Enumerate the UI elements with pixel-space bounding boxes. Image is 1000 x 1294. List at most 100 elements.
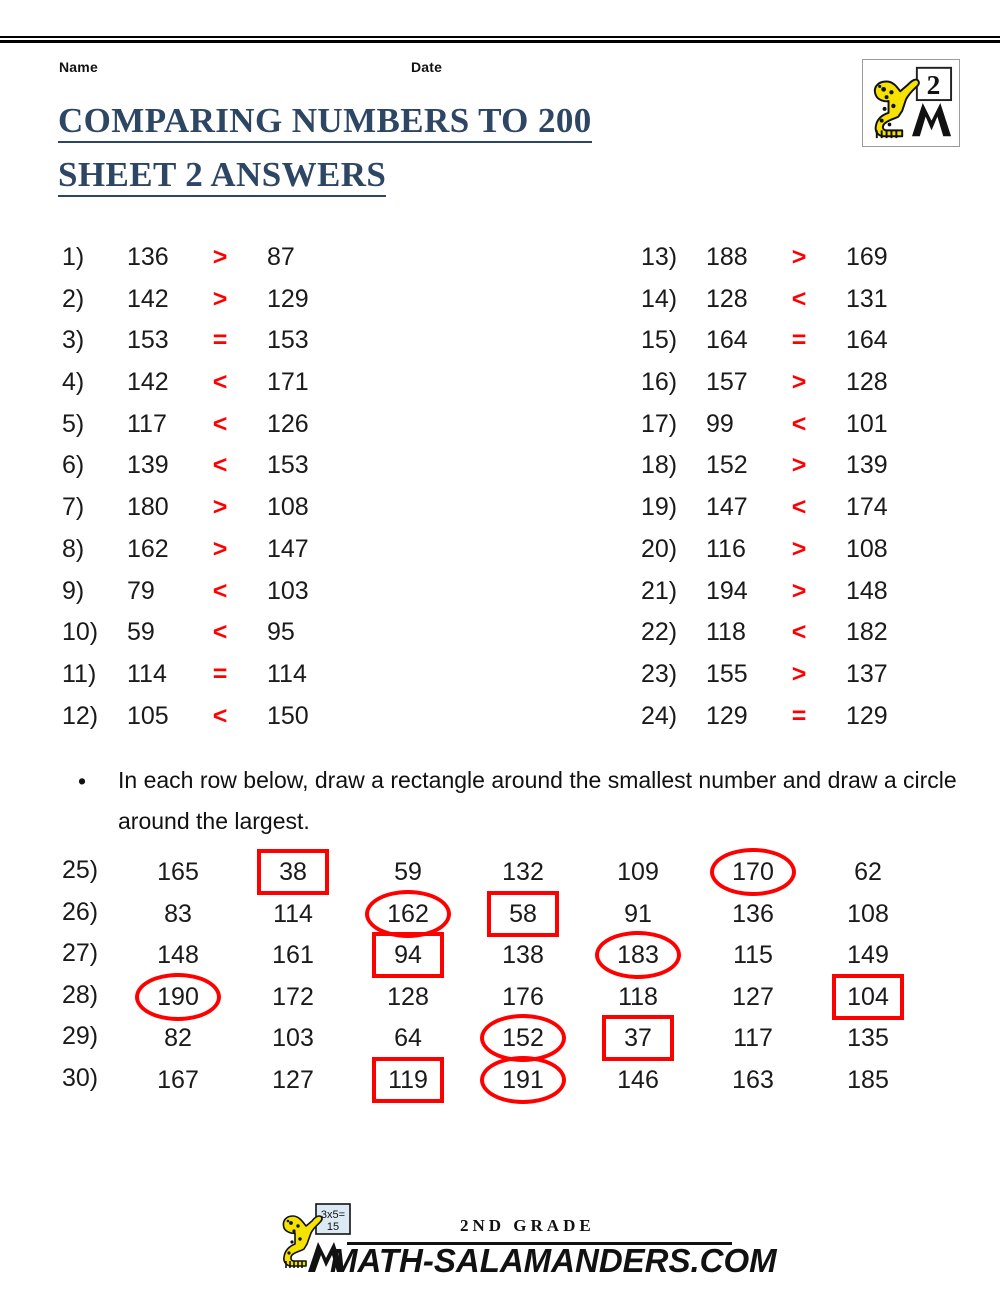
comparison-row: 13) 188 >169 <box>641 243 981 285</box>
number-cell: 83 <box>130 898 226 930</box>
comparison-index: 15) <box>641 326 678 355</box>
number-cell: 38 <box>245 849 341 895</box>
comparison-right-operand: 108 <box>267 493 309 522</box>
footer-logo-spot <box>289 1221 293 1225</box>
number-cell: 191 <box>475 1055 571 1104</box>
number-cell: 94 <box>360 932 456 978</box>
comparison-index: 3) <box>62 326 85 355</box>
number-cell: 190 <box>130 972 226 1021</box>
salamander-logo-header: 2 <box>862 59 960 147</box>
number-value: 138 <box>502 941 544 969</box>
comparison-row: 1) 136 >87 <box>62 243 402 285</box>
comparison-index: 7) <box>62 493 85 522</box>
comparison-operator-answer: > <box>791 534 807 563</box>
comparison-row: 3) 153 = 153 <box>62 326 402 368</box>
comparison-row: 21) 194 >148 <box>641 577 981 619</box>
comparison-right-operand: 101 <box>846 409 888 438</box>
number-value: 114 <box>273 899 313 928</box>
comparison-row: 15) 164 = 164 <box>641 326 981 368</box>
comparison-row: 18) 152 >139 <box>641 451 981 493</box>
comparison-index: 20) <box>641 534 678 563</box>
comparison-column-right: 13) 188 >169 14) 128 <131 15) 164 = 164 16) 157 >128… <box>641 243 981 743</box>
comparison-operator-answer: = <box>212 659 228 688</box>
number-value: 62 <box>854 858 882 886</box>
number-grid: 25) 165 38 59 132 109 170 62 26) 83 114 162 58 91 136 1… <box>0 848 1000 1106</box>
comparison-operator-answer: < <box>791 493 807 522</box>
comparison-row: 14) 128 <131 <box>641 285 981 327</box>
number-row-index: 30) <box>62 1063 99 1092</box>
comparison-operator-answer: < <box>791 284 807 313</box>
comparison-row: 10) 59 <95 <box>62 618 402 660</box>
comparison-row: 7) 180 >108 <box>62 493 402 535</box>
comparison-row: 6) 139 <153 <box>62 451 402 493</box>
comparison-operator-answer: < <box>791 618 807 647</box>
number-value: 108 <box>847 899 889 928</box>
number-value: 167 <box>157 1065 199 1094</box>
number-row-index: 26) <box>62 897 99 926</box>
number-row: 30) 167 127 119 191 146 163 185 <box>0 1055 1000 1106</box>
comparison-right-operand: 182 <box>846 618 888 647</box>
page-title-line-2: SHEET 2 ANSWERS <box>58 157 387 197</box>
footer-logo-spot <box>292 1229 296 1233</box>
comparison-operator-answer: < <box>212 618 228 647</box>
comparison-left-operand: 153 <box>127 326 169 355</box>
comparison-left-operand: 147 <box>706 493 748 522</box>
comparison-left-operand: 164 <box>706 326 748 355</box>
comparison-row: 12) 105 <150 <box>62 702 402 744</box>
comparison-operator-answer: > <box>212 534 228 563</box>
number-cell: 58 <box>475 890 571 937</box>
number-row-index: 29) <box>62 1022 99 1050</box>
number-value: 191 <box>502 1065 544 1094</box>
comparison-index: 8) <box>62 534 85 563</box>
comparison-right-operand: 126 <box>267 409 309 438</box>
number-value: 152 <box>502 1024 544 1052</box>
comparison-left-operand: 79 <box>127 576 155 605</box>
comparison-right-operand: 139 <box>846 451 888 480</box>
number-value: 83 <box>164 899 192 928</box>
number-value: 115 <box>733 941 773 969</box>
comparison-left-operand: 128 <box>706 284 748 313</box>
number-cell: 162 <box>360 889 456 938</box>
comparison-row: 11) 114 = 114 <box>62 660 402 702</box>
comparison-right-operand: 153 <box>267 326 309 355</box>
number-value: 128 <box>387 982 429 1011</box>
comparison-row: 23) 155 >137 <box>641 660 981 702</box>
comparison-column-left: 1) 136 >87 2) 142 >129 3) 153 = 153 4) 142 <171 5) 117… <box>62 243 402 743</box>
number-value: 190 <box>157 982 199 1011</box>
number-cell: 149 <box>820 939 916 971</box>
logo-badge-number: 2 <box>927 70 941 100</box>
comparison-left-operand: 105 <box>127 701 169 730</box>
number-cell: 136 <box>705 898 801 930</box>
comparison-operator-answer: > <box>791 243 807 271</box>
number-value: 91 <box>624 899 652 928</box>
comparison-left-operand: 142 <box>127 368 169 397</box>
comparison-right-operand: 95 <box>267 618 295 647</box>
number-value: 135 <box>847 1024 889 1052</box>
number-cell: 104 <box>820 973 916 1020</box>
comparison-operator-answer: = <box>791 326 807 355</box>
comparison-row: 17) 99 <101 <box>641 410 981 452</box>
comparison-index: 13) <box>641 243 678 271</box>
comparison-index: 5) <box>62 409 85 438</box>
logo-spot <box>882 106 887 111</box>
footer-logo-spot <box>296 1224 300 1228</box>
number-value: 136 <box>732 899 774 928</box>
logo-spot <box>884 95 889 100</box>
logo-spot <box>879 118 884 123</box>
comparison-left-operand: 188 <box>706 243 748 271</box>
comparison-row: 2) 142 >129 <box>62 285 402 327</box>
number-cell: 135 <box>820 1022 916 1054</box>
number-value: 127 <box>272 1065 314 1094</box>
comparison-row: 20) 116 >108 <box>641 535 981 577</box>
number-value: 38 <box>279 858 307 886</box>
logo-spot <box>891 103 896 109</box>
number-cell: 172 <box>245 981 341 1013</box>
number-value: 64 <box>394 1024 422 1052</box>
logo-m-shape <box>911 103 952 137</box>
number-cell: 108 <box>820 898 916 930</box>
number-value: 183 <box>617 941 659 969</box>
number-cell: 82 <box>130 1022 226 1054</box>
logo-eye <box>878 84 882 88</box>
comparison-left-operand: 194 <box>706 576 748 605</box>
number-value: 118 <box>618 982 658 1011</box>
